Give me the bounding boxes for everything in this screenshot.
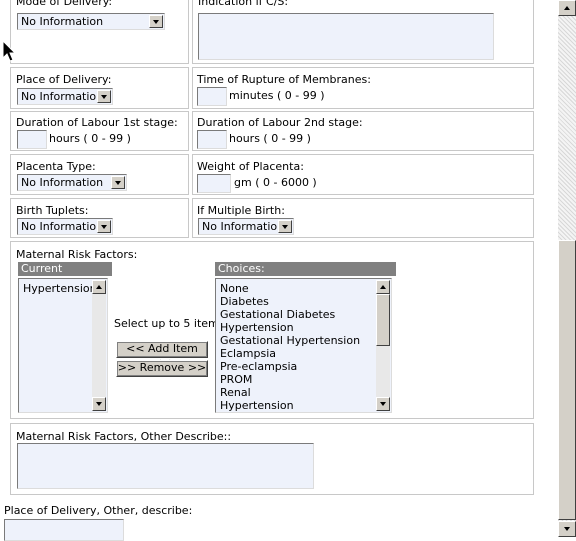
scroll-down-icon[interactable]: [92, 397, 106, 411]
labour-2nd-label: Duration of Labour 2nd stage:: [197, 116, 363, 129]
list-item[interactable]: PROM: [220, 373, 360, 386]
labour-1st-panel: Duration of Labour 1st stage: hours ( 0 …: [10, 111, 189, 151]
current-list-scrollbar[interactable]: [92, 280, 106, 411]
mode-of-delivery-label: Mode of Delivery:: [16, 0, 113, 8]
list-item[interactable]: Hypertension: [220, 321, 360, 334]
placenta-weight-unit: gm ( 0 - 6000 ): [234, 176, 317, 189]
select-limit-note: Select up to 5 items.: [114, 317, 228, 330]
mode-of-delivery-panel: Mode of Delivery: No Information: [10, 0, 189, 64]
rupture-time-panel: Time of Rupture of Membranes: minutes ( …: [192, 67, 534, 109]
scroll-up-icon[interactable]: [558, 0, 576, 16]
place-of-delivery-label: Place of Delivery:: [16, 73, 112, 86]
list-item[interactable]: Gestational Hypertension: [220, 334, 360, 347]
placenta-type-label: Placenta Type:: [16, 160, 96, 173]
place-other-label: Place of Delivery, Other, describe:: [4, 504, 193, 517]
rupture-time-unit: minutes ( 0 - 99 ): [229, 89, 325, 102]
birth-tuplets-select[interactable]: No Information: [17, 218, 113, 235]
chevron-down-icon[interactable]: [97, 90, 111, 103]
placenta-type-select[interactable]: No Information: [17, 174, 127, 191]
list-item[interactable]: Renal: [220, 386, 360, 399]
birth-tuplets-panel: Birth Tuplets: No Information: [10, 198, 189, 238]
place-other-input[interactable]: [4, 519, 124, 541]
placenta-weight-panel: Weight of Placenta: gm ( 0 - 6000 ): [192, 154, 534, 195]
multiple-birth-panel: If Multiple Birth: No Information: [192, 198, 534, 238]
multiple-birth-value: No Information: [202, 220, 285, 233]
scrollbar-thumb[interactable]: [558, 240, 576, 520]
multiple-birth-select[interactable]: No Information: [198, 218, 294, 235]
list-item[interactable]: Hypertension: [220, 399, 360, 412]
labour-1st-input[interactable]: [17, 130, 47, 149]
labour-2nd-unit: hours ( 0 - 99 ): [229, 132, 311, 145]
risk-factors-label: Maternal Risk Factors:: [16, 248, 138, 261]
mode-of-delivery-select[interactable]: No Information: [17, 13, 165, 30]
rupture-time-input[interactable]: [197, 87, 227, 106]
labour-2nd-input[interactable]: [197, 130, 227, 149]
risk-other-panel: Maternal Risk Factors, Other Describe::: [10, 423, 534, 495]
labour-2nd-panel: Duration of Labour 2nd stage: hours ( 0 …: [192, 111, 534, 151]
birth-tuplets-label: Birth Tuplets:: [16, 204, 89, 217]
indication-cs-label: Indication if C/S:: [198, 0, 289, 8]
mouse-pointer-icon: [2, 40, 17, 62]
placenta-type-panel: Placenta Type: No Information: [10, 154, 189, 195]
indication-cs-textarea[interactable]: [198, 13, 494, 60]
place-of-delivery-select[interactable]: No Information: [17, 88, 113, 105]
scroll-up-icon[interactable]: [376, 280, 390, 294]
placenta-weight-input[interactable]: [197, 174, 231, 193]
risk-factors-panel: Maternal Risk Factors: Current Selection…: [10, 241, 534, 419]
remove-item-button[interactable]: >> Remove >>: [116, 360, 208, 377]
current-selections-items[interactable]: Hypertension: [23, 282, 97, 295]
chevron-down-icon[interactable]: [111, 176, 125, 189]
current-selections-header: Current Selections:: [18, 262, 112, 289]
scroll-up-icon[interactable]: [92, 280, 106, 294]
scroll-down-icon[interactable]: [558, 521, 576, 537]
choices-header: Choices:: [215, 262, 396, 276]
place-of-delivery-value: No Information: [21, 90, 104, 103]
choices-scroll-thumb[interactable]: [376, 294, 390, 346]
list-item[interactable]: Pre-eclampsia: [220, 360, 360, 373]
birth-tuplets-value: No Information: [21, 220, 104, 233]
mode-of-delivery-value: No Information: [21, 15, 104, 28]
list-item[interactable]: Diabetes: [220, 295, 360, 308]
choices-items[interactable]: None Diabetes Gestational Diabetes Hyperten…: [220, 282, 360, 412]
scroll-down-icon[interactable]: [376, 397, 390, 411]
list-item[interactable]: Eclampsia: [220, 347, 360, 360]
place-of-delivery-panel: Place of Delivery: No Information: [10, 67, 189, 109]
indication-cs-panel: Indication if C/S:: [192, 0, 534, 64]
add-item-button[interactable]: << Add Item <<: [116, 341, 208, 369]
labour-1st-label: Duration of Labour 1st stage:: [16, 116, 178, 129]
choices-list-scrollbar[interactable]: [376, 280, 390, 411]
labour-1st-unit: hours ( 0 - 99 ): [49, 132, 131, 145]
risk-other-textarea[interactable]: [17, 443, 314, 489]
multiple-birth-label: If Multiple Birth:: [197, 204, 285, 217]
risk-other-label: Maternal Risk Factors, Other Describe::: [16, 430, 232, 443]
placenta-type-value: No Information: [21, 176, 104, 189]
placenta-weight-label: Weight of Placenta:: [197, 160, 304, 173]
current-selections-list[interactable]: Hypertension: [18, 278, 108, 413]
list-item[interactable]: None: [220, 282, 360, 295]
choices-list[interactable]: None Diabetes Gestational Diabetes Hyperten…: [215, 278, 392, 413]
list-item[interactable]: Hypertension: [23, 282, 97, 295]
chevron-down-icon[interactable]: [149, 15, 163, 28]
rupture-time-label: Time of Rupture of Membranes:: [197, 73, 371, 86]
page-scrollbar[interactable]: [558, 0, 576, 537]
list-item[interactable]: Gestational Diabetes: [220, 308, 360, 321]
chevron-down-icon[interactable]: [97, 220, 111, 233]
chevron-down-icon[interactable]: [278, 220, 292, 233]
